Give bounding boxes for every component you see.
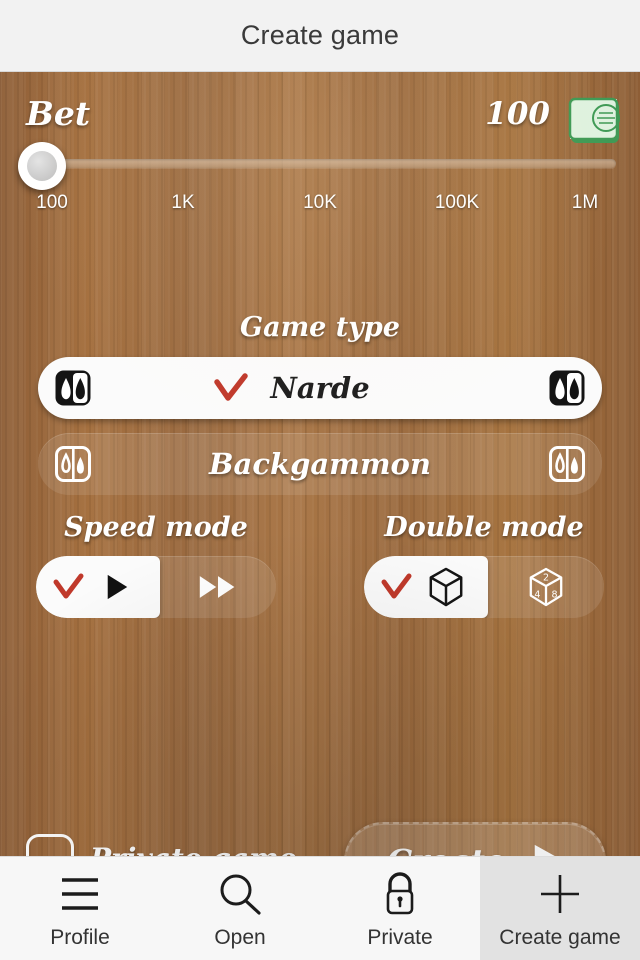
create-button-label: Create xyxy=(387,842,506,856)
bet-slider-track[interactable] xyxy=(24,159,616,168)
title-bar: Create game xyxy=(0,0,640,72)
bet-label: Bet xyxy=(26,94,91,133)
double-mode-heading: Double mode xyxy=(384,512,584,543)
nav-label-profile: Profile xyxy=(50,925,110,949)
speed-mode-option-fast[interactable] xyxy=(160,556,276,618)
game-type-label-backgammon: Backgammon xyxy=(209,447,431,481)
double-mode-option-plain[interactable] xyxy=(364,556,488,618)
nav-label-open: Open xyxy=(214,925,266,949)
slider-tick-1: 1K xyxy=(171,192,195,213)
double-mode-group: Double mode 2 4 8 xyxy=(364,512,604,622)
bet-slider-thumb[interactable] xyxy=(18,142,66,190)
svg-text:2: 2 xyxy=(543,572,549,583)
game-type-option-narde[interactable]: Narde xyxy=(38,357,602,419)
nav-item-create-game[interactable]: Create game xyxy=(480,857,640,960)
narde-board-icon-right xyxy=(548,369,586,407)
hamburger-icon xyxy=(54,868,106,920)
slider-tick-4: 1M xyxy=(571,192,599,213)
nav-label-private: Private xyxy=(367,925,433,949)
nav-item-open[interactable]: Open xyxy=(160,857,320,960)
speed-normal-check-icon xyxy=(50,572,88,602)
bet-value: 100 xyxy=(485,96,550,132)
plain-cube-icon xyxy=(427,566,465,608)
game-type-option-backgammon[interactable]: Backgammon xyxy=(38,433,602,495)
private-game-label: Private game xyxy=(90,842,297,857)
speed-mode-group: Speed mode xyxy=(36,512,276,622)
play-arrow-icon xyxy=(531,842,563,856)
bet-slider-ticks: 100 1K 10K 100K 1M xyxy=(0,192,640,218)
plus-icon xyxy=(534,868,586,920)
nav-label-create-game: Create game xyxy=(499,925,621,949)
bottom-navigation: Profile Open Private Create game xyxy=(0,856,640,960)
search-icon xyxy=(214,868,266,920)
lock-icon xyxy=(374,868,426,920)
create-game-screen: Create game Bet 100 100 1K 10K 100K 1M G… xyxy=(0,0,640,960)
wood-panel: Bet 100 100 1K 10K 100K 1M Game type Nar… xyxy=(0,72,640,856)
backgammon-board-icon xyxy=(54,445,92,483)
banknote-icon xyxy=(566,92,624,150)
nav-item-profile[interactable]: Profile xyxy=(0,857,160,960)
slider-tick-0: 100 xyxy=(36,192,68,213)
double-mode-segmented-control[interactable]: 2 4 8 xyxy=(364,556,604,618)
svg-text:4: 4 xyxy=(534,589,540,600)
double-plain-check-icon xyxy=(378,572,416,602)
narde-selected-check-icon xyxy=(210,371,252,405)
backgammon-board-icon-right xyxy=(548,445,586,483)
narde-board-icon xyxy=(54,369,92,407)
game-type-label-narde: Narde xyxy=(270,371,370,405)
bet-row: Bet 100 xyxy=(0,94,640,150)
speed-mode-heading: Speed mode xyxy=(64,512,248,543)
nav-item-private[interactable]: Private xyxy=(320,857,480,960)
page-title: Create game xyxy=(240,20,400,50)
slider-tick-3: 100K xyxy=(434,192,480,213)
speed-mode-option-normal[interactable] xyxy=(36,556,160,618)
private-game-toggle[interactable]: Private game xyxy=(26,834,297,856)
double-mode-option-doubling-cube[interactable]: 2 4 8 xyxy=(488,556,604,618)
fast-forward-icon xyxy=(198,572,238,602)
svg-text:8: 8 xyxy=(552,589,558,600)
game-type-heading: Game type xyxy=(240,312,400,343)
doubling-cube-icon: 2 4 8 xyxy=(527,566,565,608)
play-icon xyxy=(104,572,130,602)
create-button[interactable]: Create xyxy=(344,822,606,856)
speed-mode-segmented-control[interactable] xyxy=(36,556,276,618)
private-game-checkbox[interactable] xyxy=(26,834,74,856)
slider-tick-2: 10K xyxy=(303,192,337,213)
